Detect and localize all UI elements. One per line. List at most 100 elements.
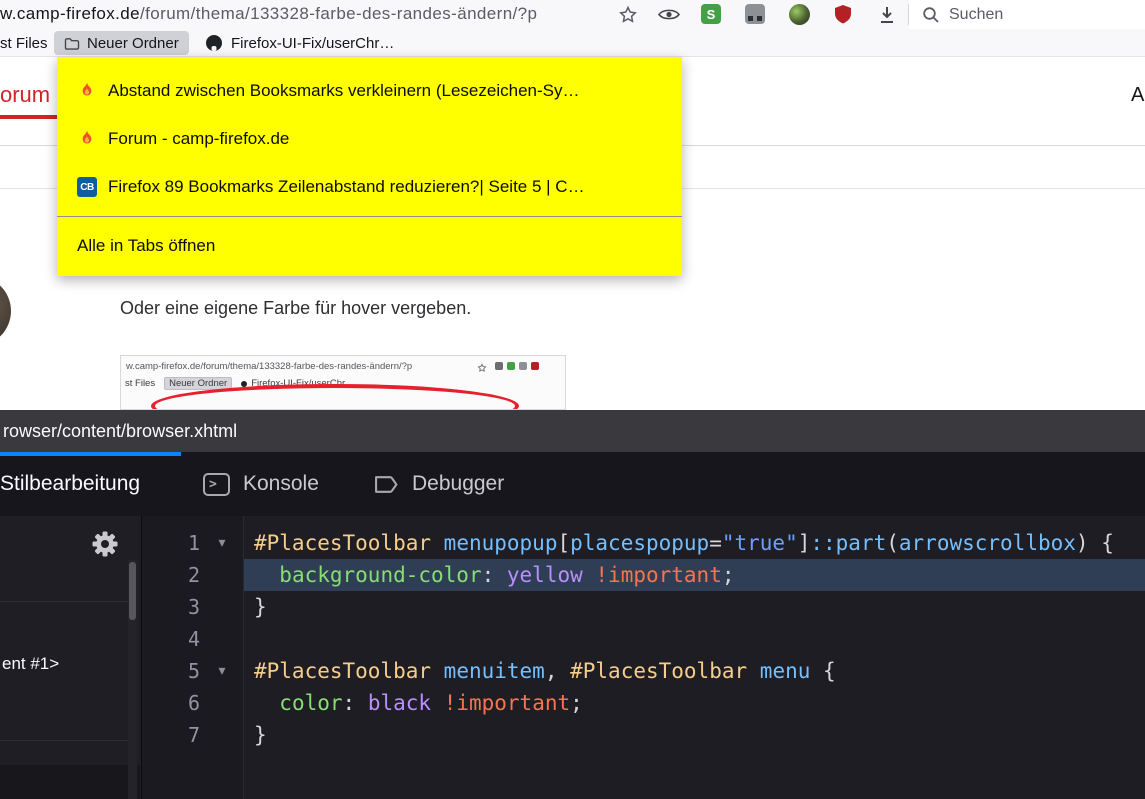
cb-badge-icon: CB bbox=[77, 177, 97, 197]
bookmark-star-icon[interactable] bbox=[616, 3, 640, 27]
line-number: 6 bbox=[142, 687, 200, 719]
line-number: 7 bbox=[142, 719, 200, 751]
avatar-extension-icon[interactable] bbox=[788, 3, 810, 25]
forum-heading-fragment[interactable]: orum bbox=[0, 82, 50, 108]
sidebar-divider bbox=[0, 740, 128, 741]
gutter-row: 3 bbox=[142, 591, 243, 623]
code-token: yellow bbox=[507, 563, 583, 587]
stylesheet-item[interactable]: ent #1> bbox=[2, 654, 59, 674]
code-line[interactable]: } bbox=[244, 719, 1145, 751]
flame-icon bbox=[77, 81, 97, 101]
script-extension-icon[interactable]: S bbox=[700, 3, 722, 25]
code-token: placespopup bbox=[570, 531, 709, 555]
screenshot-attachment[interactable]: w.camp-firefox.de/forum/thema/133328-far… bbox=[120, 355, 566, 410]
code-token: { bbox=[810, 659, 835, 683]
bookmark-github[interactable]: Firefox-UI-Fix/userChr… bbox=[205, 31, 394, 55]
code-token: background-color bbox=[279, 563, 481, 587]
code-token: = bbox=[709, 531, 722, 555]
bookmark-item-truncated[interactable]: st Files bbox=[0, 35, 48, 52]
script-badge: S bbox=[701, 4, 721, 24]
code-editor[interactable]: #PlacesToolbar menupopup[placespopup="tr… bbox=[244, 516, 1145, 799]
bookmark-folder-open[interactable]: Neuer Ordner bbox=[54, 31, 189, 55]
gutter-row: 6 bbox=[142, 687, 243, 719]
avatar-glyph bbox=[789, 4, 810, 25]
flame-icon bbox=[77, 129, 97, 149]
bookmarks-toolbar: st Files Neuer Ordner Firefox-UI-Fix/use… bbox=[0, 29, 1145, 57]
code-token: arrowscrollbox bbox=[899, 531, 1076, 555]
gutter-row: 5▾ bbox=[142, 655, 243, 687]
code-token bbox=[583, 563, 596, 587]
code-token: } bbox=[254, 723, 267, 747]
code-token: ) { bbox=[1076, 531, 1114, 555]
thumb-star-icon bbox=[477, 360, 487, 378]
code-token: menuitem bbox=[444, 659, 545, 683]
github-icon bbox=[205, 34, 223, 52]
code-line[interactable] bbox=[244, 623, 1145, 655]
extension-glyph bbox=[745, 4, 765, 24]
style-editor-panel: ent #1> 1▾ 2 3 4 5▾ 6 7 #PlacesToolbar m… bbox=[0, 516, 1145, 799]
sidebar-scrollbar[interactable] bbox=[128, 560, 137, 799]
fold-arrow-icon[interactable]: ▾ bbox=[208, 655, 236, 687]
code-line[interactable]: #PlacesToolbar menupopup[placespopup="tr… bbox=[244, 527, 1145, 559]
tab-style-editor[interactable]: Stilbearbeitung bbox=[0, 452, 140, 516]
search-bar[interactable]: Suchen bbox=[909, 0, 1145, 29]
thumb-ext-icon bbox=[531, 362, 539, 370]
menu-item-bookmark[interactable]: CB Firefox 89 Bookmarks Zeilenabstand re… bbox=[57, 163, 682, 211]
code-token bbox=[254, 691, 279, 715]
urlbar[interactable]: w.camp-firefox.de/forum/thema/133328-far… bbox=[0, 4, 537, 24]
search-placeholder: Suchen bbox=[949, 6, 1003, 24]
code-token: !important bbox=[595, 563, 721, 587]
code-token: : bbox=[343, 691, 368, 715]
thumb-ext-icon bbox=[519, 362, 527, 370]
eye-extension-icon[interactable] bbox=[658, 3, 680, 25]
code-token bbox=[431, 659, 444, 683]
devtools-toolbox: rowser/content/browser.xhtml Stilbearbei… bbox=[0, 410, 1145, 799]
debugger-icon bbox=[374, 474, 399, 495]
screen: orum A Oder eine eigene Farbe für hover … bbox=[0, 0, 1145, 799]
download-icon[interactable] bbox=[876, 3, 898, 25]
sidebar-divider bbox=[0, 601, 128, 602]
gray-extension-icon[interactable] bbox=[744, 3, 766, 25]
menu-item-label: Forum - camp-firefox.de bbox=[108, 129, 289, 149]
code-line[interactable]: #PlacesToolbar menuitem, #PlacesToolbar … bbox=[244, 655, 1145, 687]
code-token bbox=[431, 691, 444, 715]
folder-label: Neuer Ordner bbox=[87, 35, 179, 52]
tab-debugger[interactable]: Debugger bbox=[374, 452, 504, 516]
line-number: 1 bbox=[142, 527, 200, 559]
toolbox-titlebar: rowser/content/browser.xhtml bbox=[0, 410, 1145, 452]
code-line[interactable]: } bbox=[244, 591, 1145, 623]
code-token: color bbox=[279, 691, 342, 715]
line-number: 2 bbox=[142, 559, 200, 591]
menu-item-bookmark[interactable]: Forum - camp-firefox.de bbox=[57, 115, 682, 163]
menu-item-label: Abstand zwischen Booksmarks verkleinern … bbox=[108, 81, 579, 101]
tab-console[interactable]: > Konsole bbox=[203, 452, 319, 516]
thumb-github-icon bbox=[241, 381, 247, 387]
code-token: ::part bbox=[810, 531, 886, 555]
console-icon: > bbox=[203, 473, 230, 496]
code-line-highlighted[interactable]: background-color: yellow !important; bbox=[244, 559, 1145, 591]
code-token: "true" bbox=[722, 531, 798, 555]
menu-item-bookmark[interactable]: Abstand zwischen Booksmarks verkleinern … bbox=[57, 67, 682, 115]
scrollbar-thumb[interactable] bbox=[129, 562, 136, 620]
code-token: menu bbox=[760, 659, 811, 683]
code-token: ; bbox=[722, 563, 735, 587]
code-token: #PlacesToolbar bbox=[254, 531, 431, 555]
user-avatar[interactable] bbox=[0, 276, 11, 346]
line-number: 5 bbox=[142, 655, 200, 687]
menu-separator bbox=[57, 216, 682, 217]
ublock-shield-icon[interactable] bbox=[832, 3, 854, 25]
bookmarks-dropdown-menu: Abstand zwischen Booksmarks verkleinern … bbox=[57, 57, 682, 276]
code-token bbox=[747, 659, 760, 683]
code-token: #PlacesToolbar bbox=[570, 659, 747, 683]
code-line[interactable]: color: black !important; bbox=[244, 687, 1145, 719]
menu-item-label: Firefox 89 Bookmarks Zeilenabstand reduz… bbox=[108, 177, 585, 197]
code-token: ( bbox=[886, 531, 899, 555]
gutter-row: 1▾ bbox=[142, 527, 243, 559]
fold-arrow-icon[interactable]: ▾ bbox=[208, 527, 236, 559]
right-text-fragment: A bbox=[1131, 84, 1144, 107]
thumb-url-text: w.camp-firefox.de/forum/thema/133328-far… bbox=[126, 361, 412, 372]
forum-active-underline bbox=[0, 115, 57, 119]
gear-icon[interactable] bbox=[90, 529, 120, 559]
open-all-in-tabs[interactable]: Alle in Tabs öffnen bbox=[57, 221, 682, 271]
tab-label: Debugger bbox=[412, 472, 504, 496]
